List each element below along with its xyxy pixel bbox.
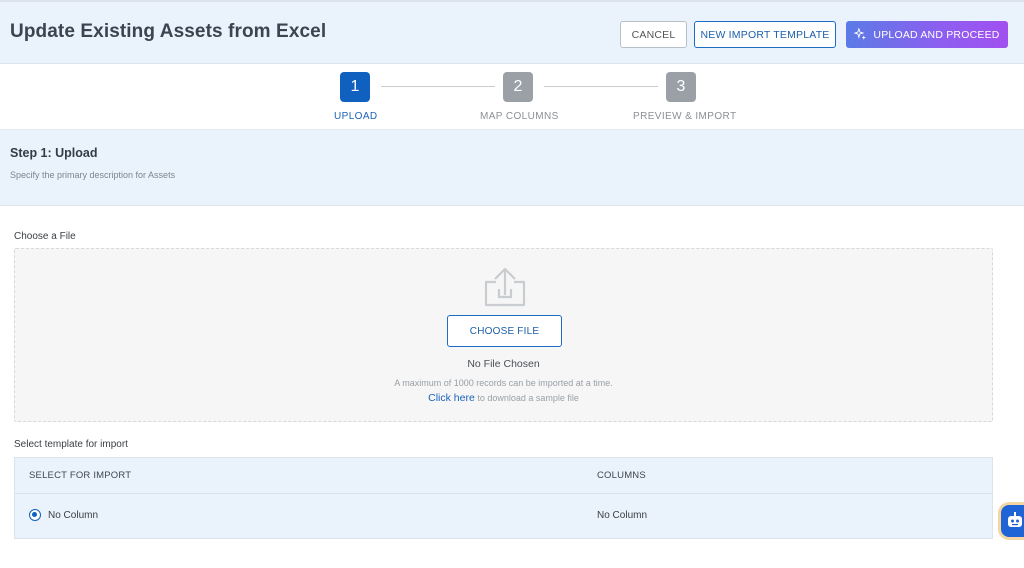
- step-2-indicator[interactable]: 2: [503, 72, 533, 102]
- sample-file-text: to download a sample file: [474, 393, 579, 403]
- template-columns: No Column: [597, 510, 648, 521]
- upload-and-proceed-button[interactable]: UPLOAD AND PROCEED: [846, 21, 1008, 48]
- step-connector: [381, 86, 495, 87]
- max-records-note: A maximum of 1000 records can be importe…: [394, 378, 613, 388]
- file-status: No File Chosen: [467, 358, 540, 370]
- chatbot-icon: [1008, 512, 1022, 527]
- step-subtitle: Specify the primary description for Asse…: [10, 170, 176, 180]
- step-header: Step 1: Upload Specify the primary descr…: [0, 130, 1024, 206]
- template-radio[interactable]: [29, 509, 41, 521]
- new-import-template-button[interactable]: NEW IMPORT TEMPLATE: [694, 21, 836, 48]
- template-table: SELECT FOR IMPORT COLUMNS No Column No C…: [14, 457, 993, 539]
- step-1-label[interactable]: UPLOAD: [334, 111, 378, 122]
- cancel-button[interactable]: CANCEL: [620, 21, 687, 48]
- file-dropzone[interactable]: CHOOSE FILE No File Chosen A maximum of …: [14, 248, 993, 422]
- step-3-indicator[interactable]: 3: [666, 72, 696, 102]
- template-name: No Column: [48, 510, 99, 521]
- chatbot-launcher[interactable]: [1001, 505, 1024, 537]
- step-3-label[interactable]: PREVIEW & IMPORT: [633, 111, 736, 122]
- step-title: Step 1: Upload: [10, 146, 98, 160]
- page-header: Update Existing Assets from Excel CANCEL…: [0, 0, 1024, 64]
- step-2-label[interactable]: MAP COLUMNS: [480, 111, 559, 122]
- table-divider: [15, 493, 992, 494]
- upload-tray-icon: [484, 267, 526, 307]
- sample-file-line: Click here to download a sample file: [15, 392, 992, 404]
- choose-file-label: Choose a File: [14, 231, 76, 242]
- upload-and-proceed-label: UPLOAD AND PROCEED: [873, 28, 1000, 41]
- template-select-label: Select template for import: [14, 439, 128, 450]
- import-stepper: 1 UPLOAD 2 MAP COLUMNS 3 PREVIEW & IMPOR…: [0, 64, 1024, 130]
- page-title: Update Existing Assets from Excel: [10, 21, 327, 42]
- column-header-select: SELECT FOR IMPORT: [29, 470, 132, 481]
- sparkle-icon: [854, 28, 867, 40]
- step-connector: [544, 86, 658, 87]
- choose-file-button[interactable]: CHOOSE FILE: [447, 315, 562, 347]
- column-header-columns: COLUMNS: [597, 470, 646, 481]
- step-1-indicator[interactable]: 1: [340, 72, 370, 102]
- sample-file-link[interactable]: Click here: [428, 392, 475, 404]
